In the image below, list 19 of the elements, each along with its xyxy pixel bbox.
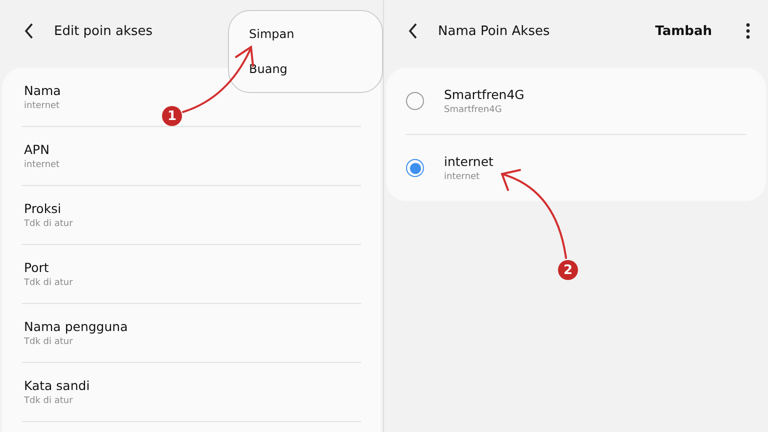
- access-point-apn: internet: [444, 172, 481, 182]
- menu-item[interactable]: Simpan: [249, 27, 294, 42]
- step-badge: 2: [558, 260, 578, 280]
- radio-button[interactable]: [406, 92, 424, 110]
- access-point-name[interactable]: internet: [444, 154, 494, 169]
- settings-item[interactable]: APN internet: [22, 127, 361, 186]
- add-button[interactable]: Tambah: [655, 24, 712, 38]
- settings-item[interactable]: Nama pengguna Tdk di atur: [22, 304, 361, 363]
- access-point-name[interactable]: Smartfren4G: [444, 87, 524, 102]
- screen-title: Nama Poin Akses: [438, 24, 550, 38]
- screen-title: Edit poin akses: [54, 24, 153, 38]
- back-icon[interactable]: [24, 23, 34, 39]
- more-options-icon[interactable]: [746, 23, 750, 39]
- back-icon[interactable]: [408, 23, 418, 39]
- settings-item[interactable]: Kata sandi Tdk di atur: [22, 363, 361, 422]
- access-point-apn: Smartfren4G: [444, 105, 503, 115]
- settings-item[interactable]: Proksi Tdk di atur: [22, 186, 361, 245]
- settings-item[interactable]: Port Tdk di atur: [22, 245, 361, 304]
- radio-button[interactable]: [406, 159, 424, 177]
